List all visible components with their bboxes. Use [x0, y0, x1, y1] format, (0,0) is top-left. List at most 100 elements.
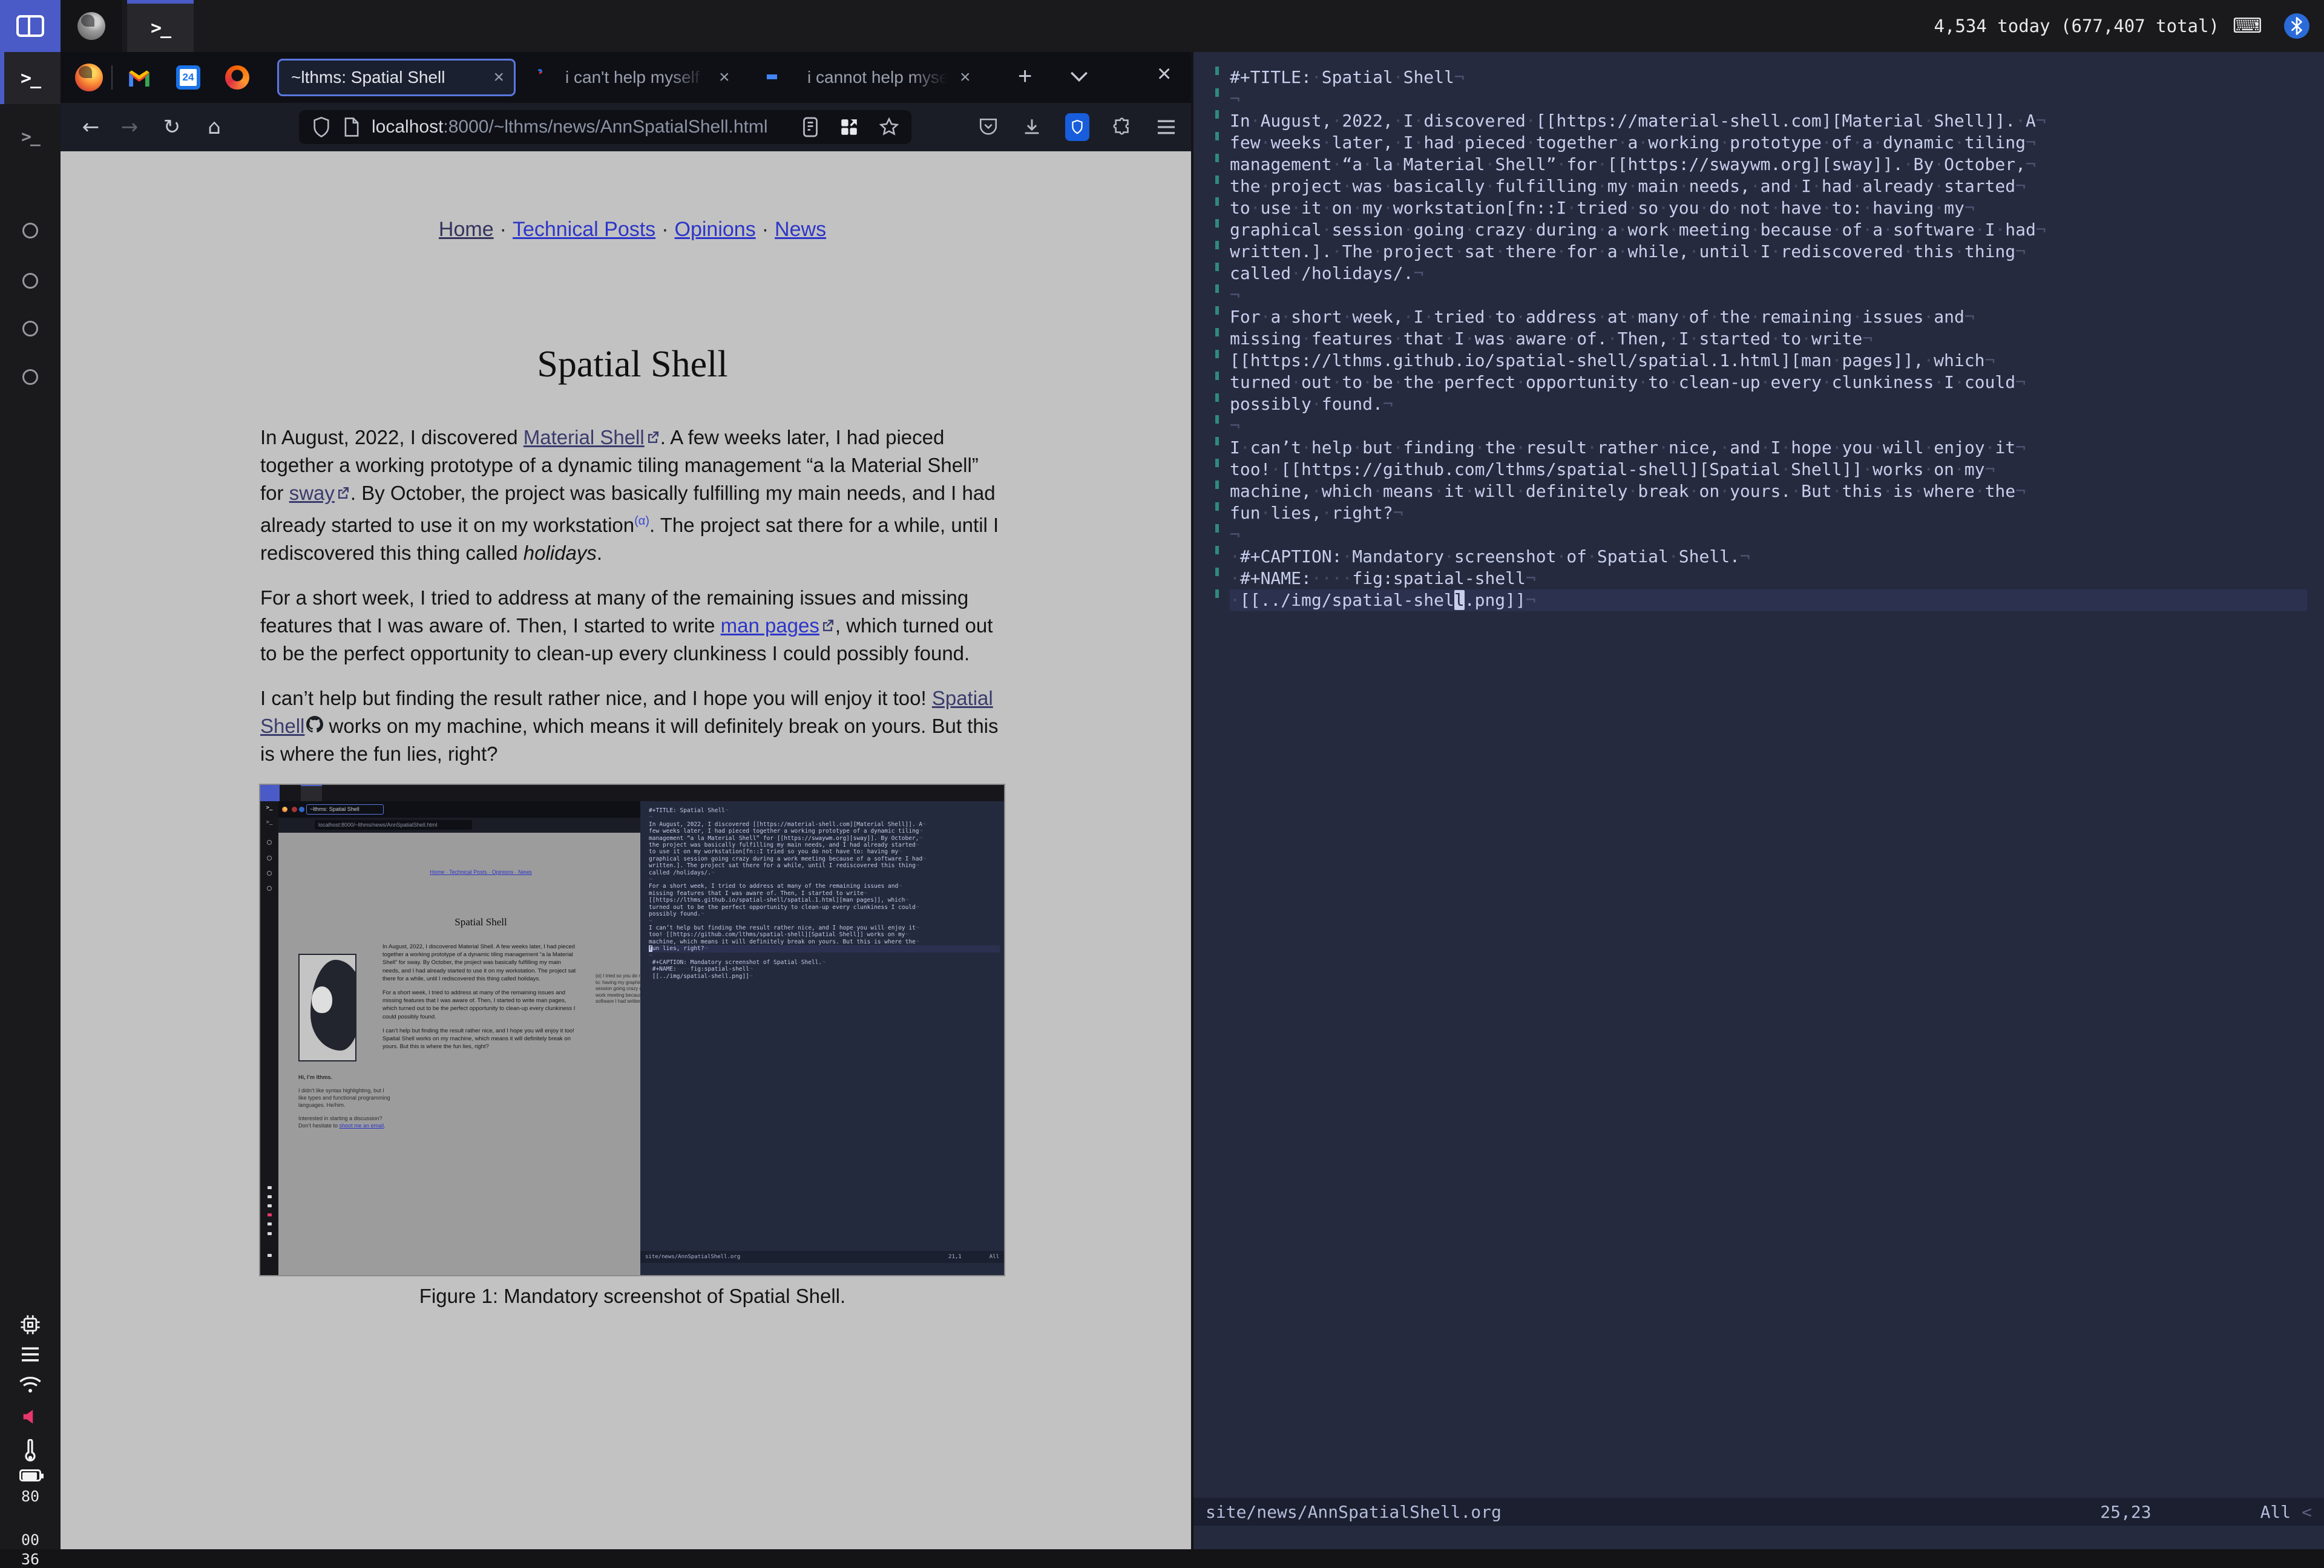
editor-line: ·#+NAME:····fig:spatial-shell¬: [1230, 568, 2307, 589]
bitwarden-icon[interactable]: [1065, 113, 1089, 141]
bluetooth-icon[interactable]: [2284, 13, 2309, 39]
workspace-item-terminal[interactable]: >_: [0, 115, 61, 157]
tab-active[interactable]: ~lthms: Spatial Shell ×: [277, 59, 516, 96]
volume-muted-icon: [0, 1406, 61, 1427]
article-body: In August, 2022, I discovered Material S…: [260, 424, 1005, 768]
mini-article: In August, 2022, I discovered Material S…: [382, 943, 579, 1057]
editor-line: ·[[../img/spatial-shell.png]]¬: [649, 973, 1000, 980]
mini-bio: Hi, I’m lthms. I didn’t like syntax high…: [298, 1074, 390, 1135]
url-field[interactable]: localhost:8000/~lthms/news/AnnSpatialShe…: [372, 117, 801, 137]
reload-button[interactable]: ↻: [155, 103, 189, 151]
paragraph-text: In August, 2022, I discovered: [260, 426, 524, 448]
menu-hamburger-icon[interactable]: [1156, 119, 1177, 136]
workspace-circle-3[interactable]: [22, 321, 38, 336]
editor-line: missing·features·that·I·was·aware·of.·Th…: [649, 890, 1000, 897]
editor-line: the·project·was·basically·fulfilling·my·…: [1230, 175, 2307, 197]
editor-line: ¬: [649, 953, 1000, 959]
editor-line: written.].·The·project·sat·there·for·a·w…: [649, 862, 1000, 869]
text-cursor: f: [649, 945, 652, 952]
editor-line: to·use·it·on·my·workstation[fn::I·tried·…: [1230, 197, 2307, 219]
extensions-puzzle-icon[interactable]: [1112, 117, 1133, 137]
home-button[interactable]: ⌂: [197, 103, 231, 151]
editor-line: few·weeks·later,·I·had·pieced·together·a…: [1230, 132, 2307, 154]
editor-line: management·“a·la·Material·Shell”·for·[[h…: [649, 835, 1000, 842]
pinned-tab-gmail[interactable]: [127, 65, 151, 90]
download-icon[interactable]: [1022, 117, 1042, 137]
page-link[interactable]: sway: [289, 482, 335, 504]
tab-close-icon[interactable]: ×: [960, 67, 971, 88]
bookmark-star-icon[interactable]: [879, 117, 899, 137]
terminal-icon: >_: [21, 68, 40, 89]
taskbar-app-firefox[interactable]: [61, 0, 122, 52]
mini-nav: Home · Technical Posts · Opinions · News: [382, 869, 579, 875]
editor-line: too!·[[https://github.com/lthms/spatial-…: [649, 931, 1000, 938]
workspace-indicator[interactable]: [0, 0, 61, 52]
nav-link-home[interactable]: Home: [439, 218, 494, 241]
screenshot-grid-icon[interactable]: [839, 117, 859, 137]
workspace-item-terminal-active[interactable]: >_: [0, 52, 61, 104]
editor-line: ·#+CAPTION:·Mandatory·screenshot·of·Spat…: [1230, 546, 2307, 568]
statusline-filename: site/news/AnnSpatialShell.org: [1206, 1502, 1502, 1522]
article: Home·Technical Posts·Opinions·News Spati…: [260, 218, 1005, 1308]
page-info-icon[interactable]: [344, 117, 359, 137]
page-link[interactable]: man pages: [721, 614, 819, 637]
back-button[interactable]: ←: [74, 103, 108, 151]
nav-link-news[interactable]: News: [775, 218, 826, 241]
editor-line: I·can’t·help·but·finding·the·result·rath…: [1230, 437, 2307, 459]
nav-link-opinions[interactable]: Opinions: [675, 218, 756, 241]
tab-title: ~lthms: Spatial Shell: [291, 68, 445, 87]
editor-buffer[interactable]: #+TITLE:·Spatial·Shell¬¬In·August,·2022,…: [1230, 67, 2307, 611]
editor-statusline: site/news/AnnSpatialShell.org 25,23 All …: [1193, 1498, 2324, 1526]
url-bar[interactable]: localhost:8000/~lthms/news/AnnSpatialShe…: [299, 110, 911, 144]
battery-icon: [0, 1469, 61, 1481]
editor-line: [[https://lthms.github.io/spatial-shell/…: [649, 897, 1000, 904]
footnote-ref[interactable]: (α): [634, 514, 649, 528]
tab-2[interactable]: i can't help myself - Tra ×: [527, 59, 749, 96]
pinned-tab-calendar[interactable]: 24: [176, 65, 200, 90]
workspace-circle-2[interactable]: [22, 273, 38, 289]
statusline-scroll: All: [2260, 1502, 2291, 1522]
tab-list-chevron-icon[interactable]: [1069, 70, 1089, 84]
editor-line: ·[[../img/spatial-shell.png]]¬: [1230, 589, 2307, 611]
editor-line: graphical·session·going·crazy·during·a·w…: [649, 856, 1000, 862]
editor-line: called·/holidays/.¬: [649, 870, 1000, 876]
mini-email-link: shoot me an email: [340, 1123, 384, 1129]
text-cursor: l: [1454, 590, 1465, 610]
workspace-circle-4[interactable]: [22, 369, 38, 385]
wifi-icon: [0, 1375, 61, 1394]
firefox-menu-icon[interactable]: [75, 64, 103, 91]
forward-button[interactable]: →: [113, 103, 146, 151]
workspace-circle-1[interactable]: [22, 223, 38, 238]
editor-line: ¬: [1230, 284, 2307, 306]
editor-line: called·/holidays/.¬: [1230, 263, 2307, 284]
mini-volume-muted-icon: [268, 1213, 272, 1216]
editor-line: #+TITLE:·Spatial·Shell¬: [649, 807, 1000, 814]
pinned-tab-grafana[interactable]: [225, 65, 249, 90]
mini-url: localhost:8000/~lthms/news/AnnSpatialShe…: [315, 820, 472, 830]
tab-3[interactable]: i cannot help myself bu ×: [769, 59, 993, 96]
page-link[interactable]: Material Shell: [524, 426, 645, 448]
system-top-bar: >_ 4,534 today (677,407 total) ⌨: [0, 0, 2324, 52]
editor-line: fun·lies,·right?¬: [1230, 502, 2307, 524]
mini-terminal-tile: [301, 785, 322, 801]
nav-link-technical-posts[interactable]: Technical Posts: [513, 218, 655, 241]
editor-line: ¬: [649, 814, 1000, 821]
reader-mode-icon[interactable]: [801, 116, 819, 138]
shield-icon[interactable]: [312, 117, 330, 137]
external-link-icon: [335, 485, 350, 500]
editor-line: For·a·short·week,·I·tried·to·address·at·…: [1230, 306, 2307, 328]
mini-title: Spatial Shell: [382, 916, 579, 928]
pocket-icon[interactable]: [978, 117, 999, 137]
window-close-button[interactable]: ×: [1157, 61, 1171, 88]
tab-close-icon[interactable]: ×: [719, 67, 730, 88]
terminal-editor-window[interactable]: #+TITLE:·Spatial·Shell¬¬In·August,·2022,…: [1191, 52, 2324, 1549]
tab-close-icon[interactable]: ×: [493, 67, 504, 88]
new-tab-button[interactable]: +: [1018, 63, 1032, 90]
editor-line: missing·features·that·I·was·aware·of.·Th…: [1230, 328, 2307, 350]
battery-percent: 80: [0, 1488, 61, 1505]
article-paragraph: For a short week, I tried to address at …: [260, 584, 1005, 668]
editor-line: ¬: [1230, 524, 2307, 546]
taskbar-app-terminal-active[interactable]: >_: [127, 0, 194, 52]
cpu-icon: [0, 1314, 61, 1335]
firefox-icon: [77, 12, 105, 40]
